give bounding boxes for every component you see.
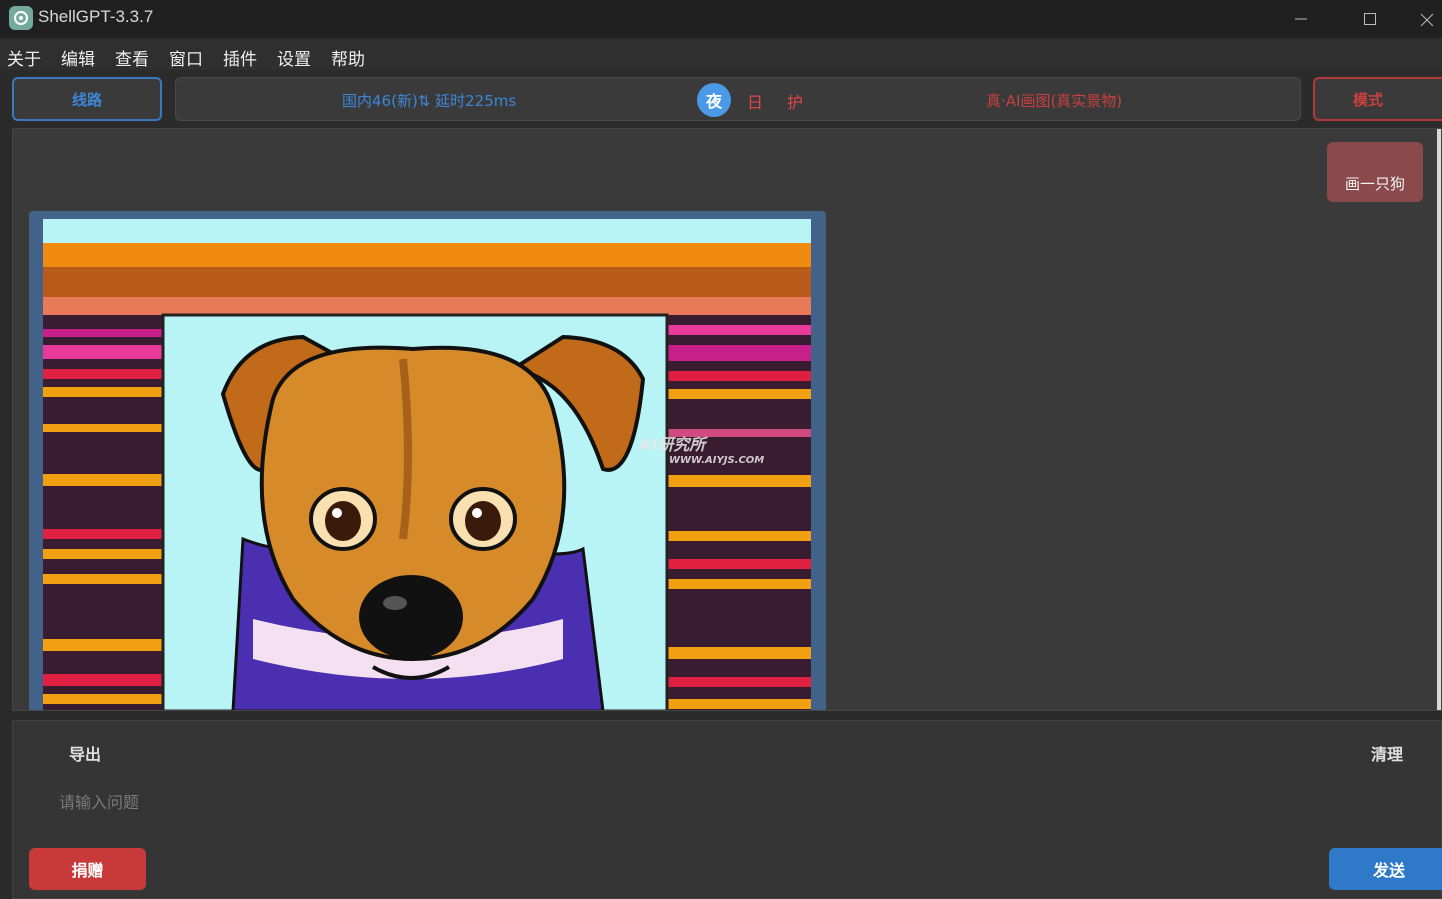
- mode-button-label: 模式: [1352, 90, 1383, 109]
- input-area: 导出 清理 捐赠 发送: [12, 720, 1442, 899]
- question-input[interactable]: [57, 787, 1361, 817]
- menu-edit[interactable]: 编辑: [61, 45, 95, 70]
- chat-area: 画一只狗 AI研究所 WWW.AIYJS.COM: [12, 128, 1442, 711]
- menu-settings[interactable]: 设置: [277, 45, 311, 70]
- maximize-button[interactable]: [1340, 0, 1400, 38]
- route-button[interactable]: 线路: [12, 77, 162, 121]
- current-mode-label: 真·AI画图(真实景物): [986, 92, 1123, 110]
- chatgpt-logo-icon: [9, 6, 33, 30]
- menu-help[interactable]: 帮助: [331, 45, 365, 70]
- menu-window[interactable]: 窗口: [169, 45, 203, 70]
- menu-plugins[interactable]: 插件: [223, 45, 257, 70]
- user-message-bubble: 画一只狗: [1327, 142, 1423, 202]
- chat-scrollbar[interactable]: [1437, 129, 1441, 710]
- night-theme-toggle[interactable]: 夜: [697, 83, 731, 117]
- day-theme-toggle[interactable]: 日: [747, 89, 763, 113]
- send-button[interactable]: 发送: [1329, 848, 1442, 890]
- window-title: ShellGPT-3.3.7: [38, 7, 154, 26]
- close-button[interactable]: [1410, 0, 1442, 38]
- export-button[interactable]: 导出: [69, 741, 101, 765]
- mode-button[interactable]: 模式: [1313, 77, 1442, 121]
- generated-image[interactable]: AI研究所 WWW.AIYJS.COM: [43, 219, 811, 710]
- menu-bar: 关于 编辑 查看 窗口 插件 设置 帮助: [0, 40, 1442, 70]
- minimize-button[interactable]: [1271, 0, 1331, 38]
- donate-button[interactable]: 捐赠: [29, 848, 146, 890]
- eye-care-theme-toggle[interactable]: 护: [787, 89, 803, 113]
- menu-about[interactable]: 关于: [7, 45, 41, 70]
- server-status: 国内46(新)⇅ 延时225ms: [342, 92, 517, 110]
- title-bar: ShellGPT-3.3.7: [0, 0, 1442, 38]
- watermark-url: WWW.AIYJS.COM: [669, 455, 765, 466]
- status-bar: 国内46(新)⇅ 延时225ms 夜 日 护 真·AI画图(真实景物): [175, 77, 1301, 121]
- clear-button[interactable]: 清理: [1371, 741, 1403, 765]
- menu-view[interactable]: 查看: [115, 45, 149, 70]
- generated-image-card: AI研究所 WWW.AIYJS.COM: [29, 211, 826, 710]
- watermark-title: AI研究所: [639, 435, 706, 454]
